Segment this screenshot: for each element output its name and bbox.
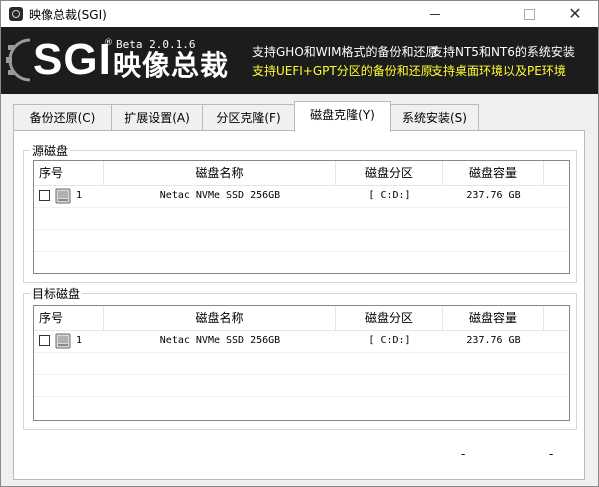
product-name: 映像总裁	[113, 49, 230, 82]
feature-text-highlight: 支持UEFI+GPT分区的备份和还原	[252, 64, 433, 78]
tab-extended-settings[interactable]: 扩展设置(A)	[111, 104, 203, 130]
minimize-button[interactable]	[412, 1, 458, 27]
feature-text-highlight: 支持桌面环境以及PE环境	[431, 64, 566, 78]
target-disk-title: 目标磁盘	[30, 285, 83, 302]
grid-line	[34, 374, 569, 375]
disk-partitions: [ C:D:]	[368, 190, 411, 201]
disk-icon	[55, 188, 71, 204]
column-header-capacity[interactable]: 磁盘容量	[443, 306, 544, 330]
column-header-index[interactable]: 序号	[34, 161, 104, 185]
column-header-filler	[544, 306, 569, 330]
tab-backup-restore[interactable]: 备份还原(C)	[13, 104, 112, 130]
feature-text: 支持NT5和NT6的系统安装	[431, 45, 575, 59]
app-icon	[9, 7, 23, 21]
list-header: 序号 磁盘名称 磁盘分区 磁盘容量	[34, 161, 569, 186]
table-row[interactable]: 1 Netac NVMe SSD 256GB [ C:D:] 237.76 GB	[34, 330, 569, 352]
gear-logo-icon	[6, 38, 30, 82]
tab-disk-clone[interactable]: 磁盘克隆(Y)	[294, 101, 391, 132]
column-header-name[interactable]: 磁盘名称	[104, 306, 336, 330]
grid-line	[34, 251, 569, 252]
application-window: 映像总裁(SGI) ✕ SGI ® Beta 2.0.1.6 映像总裁 支持GH…	[0, 0, 599, 487]
grid-line	[34, 352, 569, 353]
tab-strip: 备份还原(C) 扩展设置(A) 分区克隆(F) 磁盘克隆(Y) 系统安装(S)	[13, 101, 573, 132]
column-header-capacity[interactable]: 磁盘容量	[443, 161, 544, 185]
minimize-icon	[430, 13, 440, 15]
grid-line	[34, 207, 569, 208]
disk-checkbox[interactable]	[39, 190, 50, 201]
status-text: -	[461, 447, 466, 461]
title-bar[interactable]: 映像总裁(SGI) ✕	[1, 1, 598, 27]
row-index: 1	[76, 335, 83, 346]
sgi-logo: SGI	[33, 35, 112, 84]
list-header: 序号 磁盘名称 磁盘分区 磁盘容量	[34, 306, 569, 331]
window-title: 映像总裁(SGI)	[29, 8, 107, 22]
target-disk-list[interactable]: 序号 磁盘名称 磁盘分区 磁盘容量 1 Netac NVMe SSD 256GB…	[33, 305, 570, 421]
source-disk-title: 源磁盘	[30, 142, 71, 159]
registered-mark: ®	[104, 38, 113, 48]
disk-capacity: 237.76 GB	[466, 335, 521, 346]
source-disk-group: 源磁盘 序号 磁盘名称 磁盘分区 磁盘容量 1 Netac NVMe SSD 2…	[23, 142, 577, 283]
close-button[interactable]: ✕	[552, 1, 598, 27]
disk-name: Netac NVMe SSD 256GB	[159, 190, 281, 201]
close-icon: ✕	[568, 4, 582, 23]
disk-name: Netac NVMe SSD 256GB	[159, 335, 281, 346]
grid-line	[34, 229, 569, 230]
banner: SGI ® Beta 2.0.1.6 映像总裁 支持GHO和WIM格式的备份和还…	[1, 27, 598, 94]
column-header-filler	[544, 161, 569, 185]
maximize-button[interactable]	[506, 1, 552, 27]
tab-partition-clone[interactable]: 分区克隆(F)	[202, 104, 295, 130]
column-header-partitions[interactable]: 磁盘分区	[336, 306, 443, 330]
source-disk-list[interactable]: 序号 磁盘名称 磁盘分区 磁盘容量 1 Netac NVMe SSD 256GB…	[33, 160, 570, 274]
column-header-index[interactable]: 序号	[34, 306, 104, 330]
table-row[interactable]: 1 Netac NVMe SSD 256GB [ C:D:] 237.76 GB	[34, 185, 569, 207]
maximize-icon	[523, 8, 535, 20]
target-disk-group: 目标磁盘 序号 磁盘名称 磁盘分区 磁盘容量 1 Netac NVMe SSD …	[23, 285, 577, 430]
disk-checkbox[interactable]	[39, 335, 50, 346]
status-text: -	[549, 447, 554, 461]
feature-text: 支持GHO和WIM格式的备份和还原	[252, 45, 438, 59]
row-index: 1	[76, 190, 83, 201]
column-header-partitions[interactable]: 磁盘分区	[336, 161, 443, 185]
column-header-name[interactable]: 磁盘名称	[104, 161, 336, 185]
disk-capacity: 237.76 GB	[466, 190, 521, 201]
grid-line	[34, 396, 569, 397]
disk-icon	[55, 333, 71, 349]
tab-system-install[interactable]: 系统安装(S)	[390, 104, 479, 130]
disk-partitions: [ C:D:]	[368, 335, 411, 346]
